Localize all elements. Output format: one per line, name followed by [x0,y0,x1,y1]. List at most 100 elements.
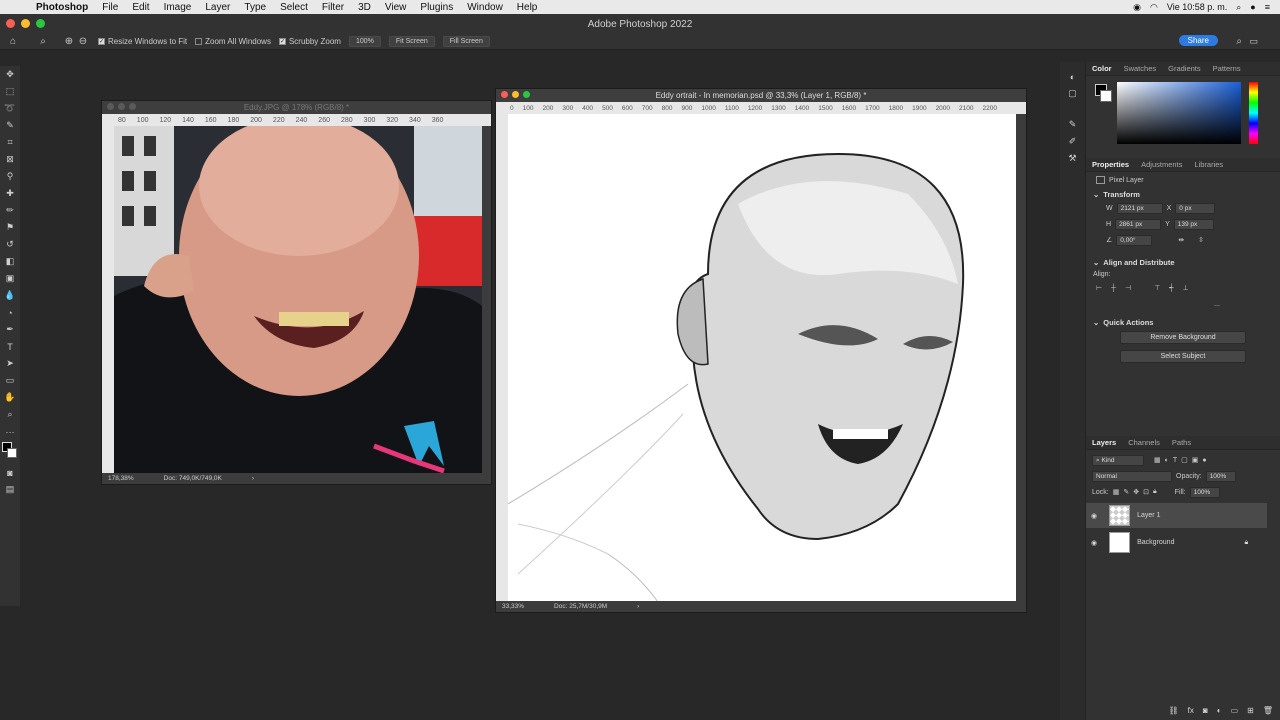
doc-tab[interactable]: Eddy.JPG @ 178% (RGB/8) * [102,101,491,114]
menu-type[interactable]: Type [244,2,266,13]
align-top-icon[interactable]: ⊤ [1154,284,1160,292]
reference-photo[interactable] [114,126,482,473]
layer-name[interactable]: Background [1137,539,1174,546]
brushes-icon[interactable]: ✐ [1060,133,1085,150]
eye-icon[interactable]: ◉ [1091,512,1097,520]
path-selection-tool-icon[interactable]: ➤ [0,355,20,372]
zoom-level[interactable]: 33,33% [502,603,524,610]
layer-row[interactable]: ◉ Layer 1 [1086,503,1267,528]
lock-all-icon[interactable]: 🔒︎ [1153,488,1157,496]
remove-background-button[interactable]: Remove Background [1120,331,1246,344]
close-icon[interactable] [6,19,15,28]
color-panel-icon[interactable]: ◐ [1060,68,1085,85]
comments-icon[interactable]: ▢ [1060,85,1085,102]
control-center-icon[interactable]: ≡ [1265,2,1270,12]
filter-type-icon[interactable]: T [1173,457,1177,464]
kind-filter-dropdown[interactable]: ⌕ Kind [1092,454,1144,466]
menu-view[interactable]: View [385,2,407,13]
clock[interactable]: Vie 10:58 p. m. [1167,2,1227,12]
align-section-header[interactable]: ⌄ Align and Distribute [1086,256,1280,268]
crop-tool-icon[interactable]: ⌗ [0,134,20,151]
background-color-icon[interactable] [7,448,17,458]
tab-libraries[interactable]: Libraries [1194,160,1223,169]
align-right-icon[interactable]: ⊣ [1125,284,1131,292]
tab-gradients[interactable]: Gradients [1168,64,1201,73]
zoom-100-button[interactable]: 100% [348,36,381,47]
lock-transparent-icon[interactable]: ▦ [1113,488,1120,496]
menu-window[interactable]: Window [467,2,503,13]
close-icon[interactable] [107,103,114,110]
blur-tool-icon[interactable]: 💧 [0,287,20,304]
y-field[interactable]: 139 px [1173,218,1214,230]
menu-help[interactable]: Help [517,2,538,13]
tab-swatches[interactable]: Swatches [1124,64,1157,73]
clone-stamp-tool-icon[interactable]: ⚑ [0,219,20,236]
menu-filter[interactable]: Filter [322,2,344,13]
close-icon[interactable] [501,91,508,98]
align-left-icon[interactable]: ⊢ [1096,284,1102,292]
filter-smart-icon[interactable]: ▣ [1192,456,1199,464]
zoom-icon[interactable] [523,91,530,98]
lock-position-icon[interactable]: ✥ [1133,488,1139,496]
resize-windows-checkbox[interactable]: ✓ Resize Windows to Fit [98,37,187,46]
status-arrow-icon[interactable]: › [252,475,254,482]
menu-image[interactable]: Image [164,2,192,13]
eraser-tool-icon[interactable]: ◧ [0,253,20,270]
menu-edit[interactable]: Edit [132,2,149,13]
color-field[interactable] [1117,82,1241,144]
marquee-tool-icon[interactable]: ⬚ [0,83,20,100]
zoom-in-icon[interactable]: ⊕ [62,36,76,47]
hand-tool-icon[interactable]: ✋ [0,389,20,406]
menu-layer[interactable]: Layer [205,2,230,13]
fill-field[interactable]: 100% [1189,486,1220,498]
zoom-icon[interactable] [36,19,45,28]
layer-row[interactable]: ◉ Background 🔒︎ [1086,530,1267,555]
width-field[interactable]: 2121 px [1116,202,1163,214]
layer-name[interactable]: Layer 1 [1137,512,1160,519]
align-middle-icon[interactable]: ┽ [1169,284,1173,292]
tab-paths[interactable]: Paths [1172,438,1191,447]
height-field[interactable]: 2861 px [1115,218,1162,230]
creative-cloud-icon[interactable]: ◉ [1133,2,1141,13]
lock-image-icon[interactable]: ✎ [1123,488,1129,496]
menu-3d[interactable]: 3D [358,2,371,13]
zoom-tool-icon[interactable]: ⌕ [0,406,20,423]
doc-tab[interactable]: Eddy ortrait - In memorian.psd @ 33,3% (… [496,89,1026,102]
fill-screen-button[interactable]: Fill Screen [442,36,490,47]
lock-artboard-icon[interactable]: ⊡ [1143,488,1149,496]
rectangle-tool-icon[interactable]: ▭ [0,372,20,389]
minimize-icon[interactable] [118,103,125,110]
filter-pixel-icon[interactable]: ▦ [1154,456,1161,464]
tab-color[interactable]: Color [1092,64,1112,73]
align-bottom-icon[interactable]: ⊥ [1183,284,1189,292]
opacity-field[interactable]: 100% [1205,470,1236,482]
add-mask-icon[interactable]: ◙ [1203,706,1208,718]
tab-properties[interactable]: Properties [1092,160,1129,169]
menu-file[interactable]: File [102,2,118,13]
filter-toggle-icon[interactable]: ● [1202,457,1206,464]
link-layers-icon[interactable]: ⛓ [1169,706,1179,718]
color-swatches[interactable] [0,440,20,464]
quick-actions-header[interactable]: ⌄ Quick Actions [1086,316,1280,328]
tab-adjustments[interactable]: Adjustments [1141,160,1182,169]
more-tools-icon[interactable]: ··· [0,423,20,440]
menu-plugins[interactable]: Plugins [420,2,453,13]
siri-icon[interactable]: ● [1250,2,1255,12]
zoom-level[interactable]: 178,38% [108,475,134,482]
lasso-tool-icon[interactable]: ➰ [0,100,20,117]
wifi-icon[interactable]: ◠ [1150,2,1158,13]
status-arrow-icon[interactable]: › [637,603,639,610]
brush-tool-icon[interactable]: ✏ [0,202,20,219]
tab-channels[interactable]: Channels [1128,438,1160,447]
adjustment-layer-icon[interactable]: ◐ [1217,706,1222,718]
more-options[interactable]: ... [1086,296,1280,312]
layer-style-icon[interactable]: fx [1188,706,1194,718]
menu-select[interactable]: Select [280,2,308,13]
gradient-tool-icon[interactable]: ▣ [0,270,20,287]
flip-vertical-icon[interactable]: ⇳ [1198,236,1204,244]
zoom-all-checkbox[interactable]: Zoom All Windows [195,37,271,46]
minimize-icon[interactable] [512,91,519,98]
angle-field[interactable]: 0,00° [1116,234,1153,246]
filter-shape-icon[interactable]: ▢ [1181,456,1188,464]
screen-mode-icon[interactable]: ▤ [0,481,20,498]
